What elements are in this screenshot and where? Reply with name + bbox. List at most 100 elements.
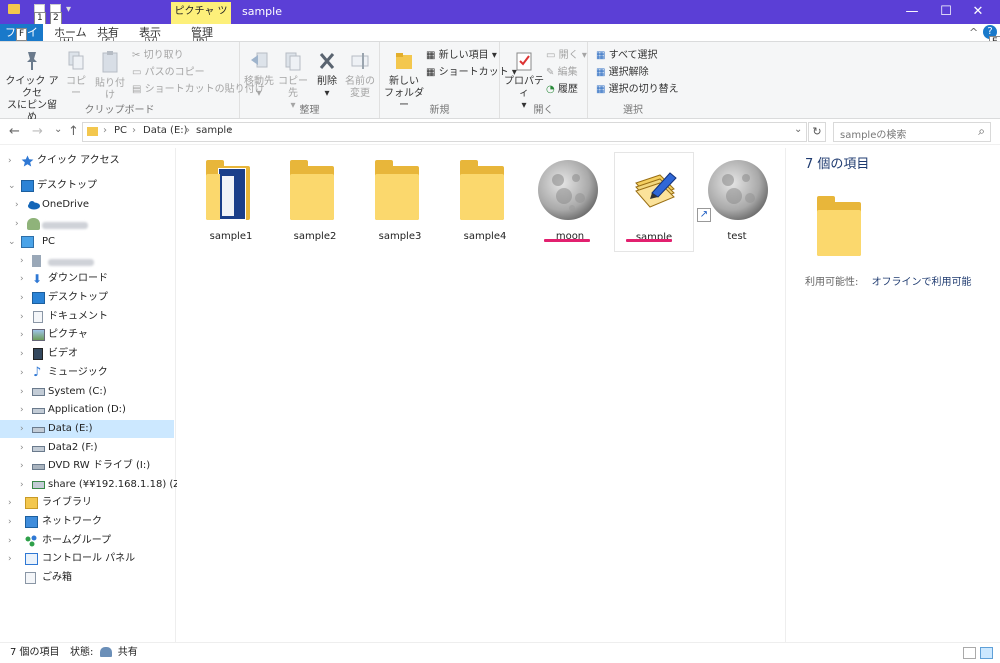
rename-button[interactable]: 名前の 変更 xyxy=(344,50,376,100)
edit-label: 編集 xyxy=(557,67,578,78)
nav-item-control-panel[interactable]: › コントロール パネル xyxy=(0,550,174,568)
download-arrow-icon: ⬇ xyxy=(32,272,43,286)
nav-item-videos[interactable]: › ビデオ xyxy=(0,345,174,363)
recent-locations-button[interactable]: ⌄ xyxy=(54,124,62,135)
document-icon xyxy=(33,311,43,323)
nav-item-dvd-i[interactable]: › DVD RW ドライブ (I:) xyxy=(0,457,174,475)
select-none-label: 選択解除 xyxy=(608,67,649,78)
breadcrumb-separator-icon: › xyxy=(132,125,136,136)
network-drive-icon xyxy=(32,481,45,489)
nav-label: share (¥¥192.168.1.18) (Z:) xyxy=(48,479,188,490)
paste-button[interactable]: 貼り付け xyxy=(92,50,128,102)
file-item-sample4[interactable]: sample4 xyxy=(445,152,525,252)
control-panel-icon xyxy=(25,553,38,565)
file-item-sample1[interactable]: sample1 xyxy=(191,152,271,252)
file-item-sample[interactable]: sample xyxy=(614,152,694,252)
nav-item-pc[interactable]: ⌄ PC xyxy=(0,233,174,251)
nav-item-network[interactable]: › ネットワーク xyxy=(0,513,174,531)
drive-icon xyxy=(32,427,45,433)
search-input[interactable]: sampleの検索 ⌕ xyxy=(833,122,991,142)
address-dropdown-icon[interactable]: ⌄ xyxy=(794,124,802,135)
file-item-sample3[interactable]: sample3 xyxy=(360,152,440,252)
ribbon-tabs: ファイル F ホーム H 共有 S 表示 V 管理 JP ^ ? E xyxy=(0,24,1000,56)
file-name: sample3 xyxy=(378,231,422,242)
invert-selection-button[interactable]: ▦ 選択の切り替え xyxy=(596,82,679,98)
address-bar[interactable]: › PC › Data (E:) › sample › ⌄ xyxy=(82,122,807,142)
new-item-label: 新しい項目 ▾ xyxy=(438,50,497,61)
nav-item-desktop-root[interactable]: ⌄ デスクトップ xyxy=(0,177,174,195)
expand-chevron-icon: › xyxy=(20,461,24,471)
nav-label: ドキュメント xyxy=(48,311,108,322)
refresh-button[interactable]: ↻ xyxy=(808,122,826,142)
select-all-button[interactable]: ▦ すべて選択 xyxy=(596,48,658,64)
copy-to-label: コピー先 xyxy=(278,76,308,99)
new-item-button[interactable]: ▦ 新しい項目 ▾ xyxy=(426,48,497,64)
state-label: 状態: xyxy=(70,647,94,658)
nav-item-documents[interactable]: › ドキュメント xyxy=(0,308,174,326)
star-icon xyxy=(21,155,34,167)
nav-item-device[interactable]: › xyxy=(0,252,174,270)
copy-button[interactable]: コピー xyxy=(62,50,90,100)
up-button[interactable]: ↑ xyxy=(68,124,79,139)
shortcut-arrow-icon: ↗ xyxy=(697,208,711,222)
large-icons-view-button[interactable] xyxy=(980,647,993,659)
nav-item-application-d[interactable]: › Application (D:) xyxy=(0,401,174,419)
nav-label: Application (D:) xyxy=(48,404,126,415)
copy-path-button[interactable]: ▭ パスのコピー xyxy=(132,65,205,81)
move-to-button[interactable]: 移動先 ▾ xyxy=(242,50,276,100)
open-label: 開く ▾ xyxy=(558,50,587,61)
breadcrumb-data-e[interactable]: Data (E:) xyxy=(143,125,188,136)
delete-label: 削除 xyxy=(317,76,337,87)
file-list: sample1 sample2 sample3 sample4 moon sam… xyxy=(177,148,785,642)
collapse-ribbon-icon[interactable]: ^ xyxy=(969,26,978,39)
file-item-sample2[interactable]: sample2 xyxy=(275,152,355,252)
nav-item-onedrive[interactable]: › OneDrive xyxy=(0,196,174,214)
nav-item-music[interactable]: › ♪ ミュージック xyxy=(0,364,174,382)
nav-item-pictures[interactable]: › ピクチャ xyxy=(0,326,174,344)
delete-button[interactable]: 削除 ▾ xyxy=(314,50,340,100)
rename-icon xyxy=(351,53,369,69)
breadcrumb-pc[interactable]: PC xyxy=(114,125,127,136)
collapse-chevron-icon: ⌄ xyxy=(8,181,16,191)
history-button[interactable]: ◔ 履歴 xyxy=(546,82,578,98)
open-button[interactable]: ▭ 開く ▾ xyxy=(546,48,587,64)
cut-button[interactable]: ✂ 切り取り xyxy=(132,48,184,64)
quick-access-dropdown-icon[interactable]: ▾ xyxy=(66,4,71,15)
nav-item-system-c[interactable]: › System (C:) xyxy=(0,383,174,401)
nav-item-data2-f[interactable]: › Data2 (F:) xyxy=(0,439,174,457)
delete-icon xyxy=(319,53,335,69)
move-to-label: 移動先 xyxy=(244,76,274,87)
nav-item-recycle-bin[interactable]: ごみ箱 xyxy=(0,569,174,587)
new-folder-icon xyxy=(396,53,412,69)
expand-chevron-icon: › xyxy=(20,274,24,284)
select-none-button[interactable]: ▦ 選択解除 xyxy=(596,65,649,81)
clipboard-group: クイック アクセ スにピン留め コピー 貼り付け ✂ 切り取り ▭ パスのコピー… xyxy=(0,42,265,123)
file-item-moon[interactable]: moon xyxy=(530,152,610,252)
desktop-icon xyxy=(32,292,45,304)
breadcrumb-sample[interactable]: sample xyxy=(196,125,232,136)
expand-chevron-icon: › xyxy=(8,554,12,564)
nav-item-quick-access[interactable]: › クイック アクセス xyxy=(0,152,174,170)
file-item-test[interactable]: ↗ test xyxy=(697,152,777,252)
expand-chevron-icon: › xyxy=(8,536,12,546)
close-button[interactable]: ✕ xyxy=(958,0,998,24)
back-button[interactable]: ← xyxy=(9,124,20,139)
expand-chevron-icon: › xyxy=(20,312,24,322)
invert-selection-icon: ▦ xyxy=(596,84,606,95)
new-group-label: 新規 xyxy=(429,105,450,116)
nav-item-homegroup[interactable]: › ホームグループ xyxy=(0,532,174,550)
nav-label: ビデオ xyxy=(48,348,78,359)
details-view-button[interactable] xyxy=(963,647,976,659)
nav-item-desktop[interactable]: › デスクトップ xyxy=(0,289,174,307)
expand-chevron-icon: › xyxy=(20,349,24,359)
history-icon: ◔ xyxy=(546,84,555,95)
nav-item-downloads[interactable]: › ⬇ ダウンロード xyxy=(0,270,174,288)
nav-item-share-z[interactable]: › share (¥¥192.168.1.18) (Z:) xyxy=(0,476,187,494)
edit-button[interactable]: ✎ 編集 xyxy=(546,65,578,81)
open-group-label: 開く xyxy=(533,105,554,116)
nav-item-libraries[interactable]: › ライブラリ xyxy=(0,494,174,512)
nav-item-user-folder[interactable]: › xyxy=(0,215,174,233)
nav-item-data-e[interactable]: › Data (E:) xyxy=(0,420,174,438)
pin-icon xyxy=(27,52,37,70)
forward-button[interactable]: → xyxy=(32,124,43,139)
